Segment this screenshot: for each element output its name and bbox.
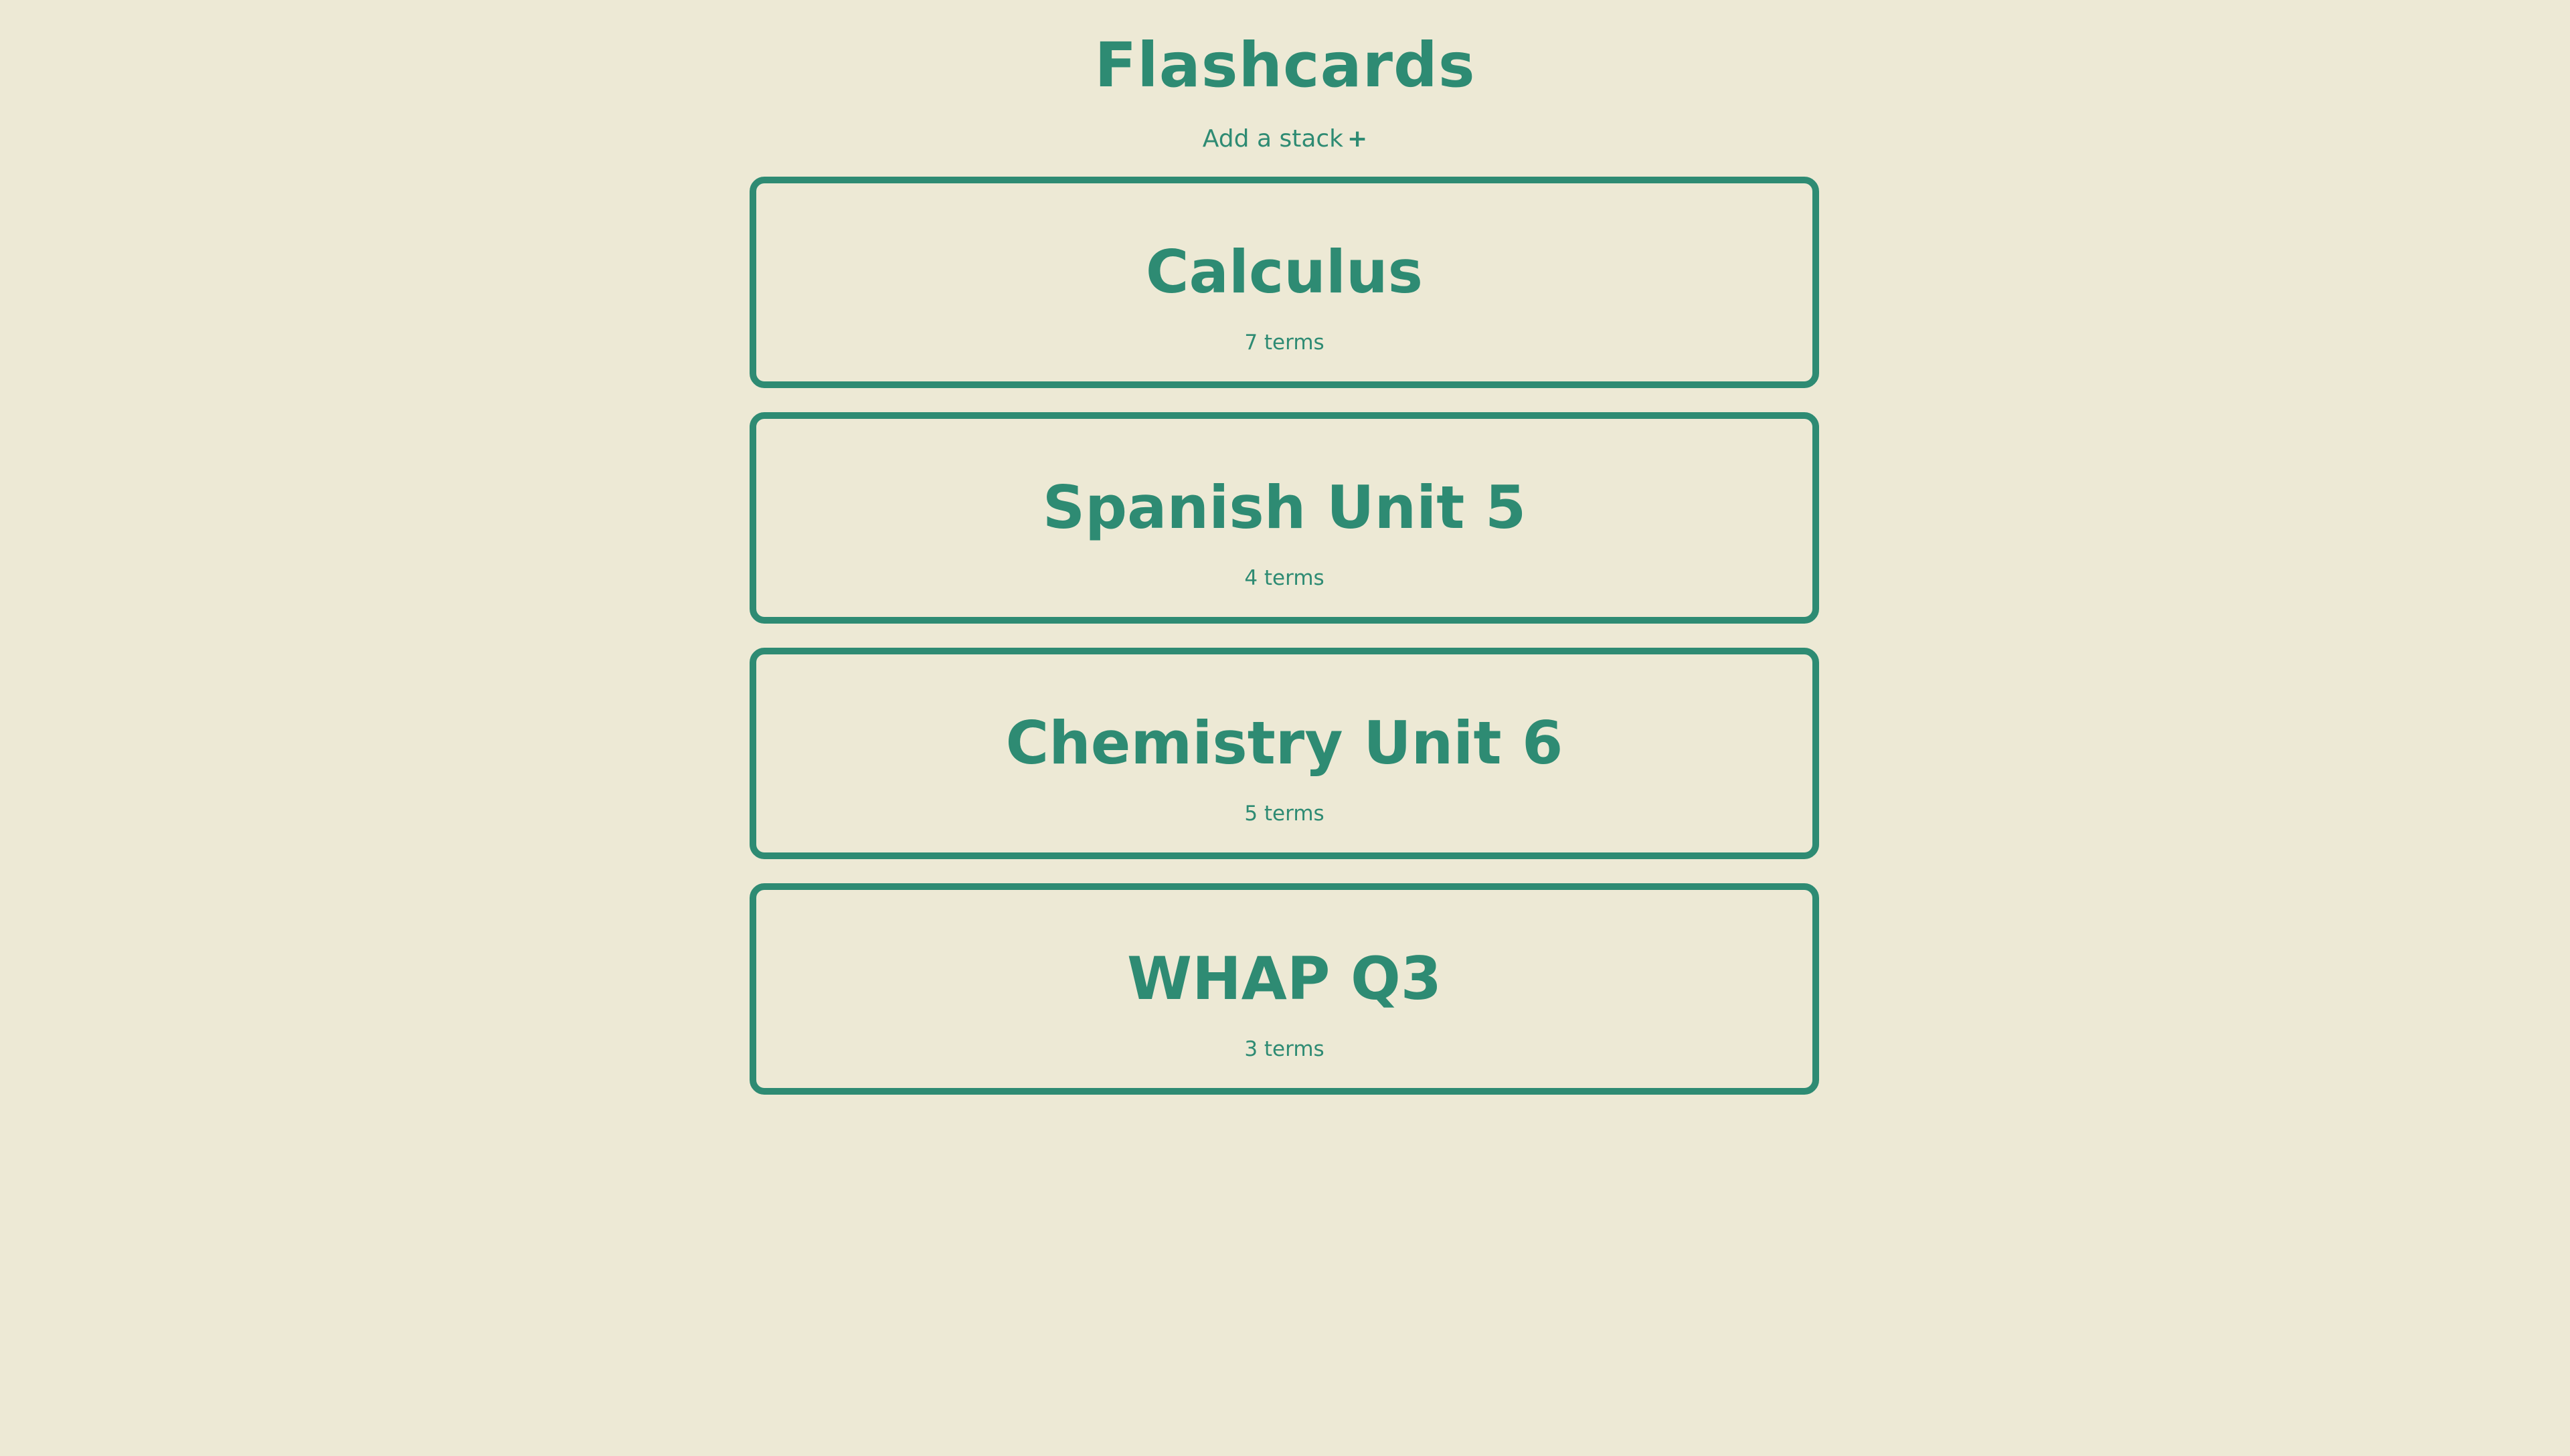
plus-icon: + [1347,125,1368,153]
page-title: Flashcards [1094,29,1476,101]
stack-name: Calculus [1145,238,1424,306]
stack-name: WHAP Q3 [1127,944,1442,1013]
stack-term-count: 5 terms [1244,802,1324,826]
add-stack-button[interactable]: Add a stack + [1191,119,1379,159]
stack-name: Chemistry Unit 6 [1005,709,1563,778]
stack-term-count: 4 terms [1244,566,1324,590]
stack-name: Spanish Unit 5 [1042,473,1527,542]
stack-card-calculus[interactable]: Calculus 7 terms [750,177,1819,388]
add-stack-label: Add a stack [1202,125,1344,153]
stack-term-count: 7 terms [1244,331,1324,355]
stack-card-spanish-unit-5[interactable]: Spanish Unit 5 4 terms [750,412,1819,624]
page: Flashcards Add a stack + Calculus 7 terms… [0,0,2570,1456]
stack-card-chemistry-unit-6[interactable]: Chemistry Unit 6 5 terms [750,648,1819,859]
stack-term-count: 3 terms [1244,1037,1324,1061]
stack-card-whap-q3[interactable]: WHAP Q3 3 terms [750,883,1819,1095]
